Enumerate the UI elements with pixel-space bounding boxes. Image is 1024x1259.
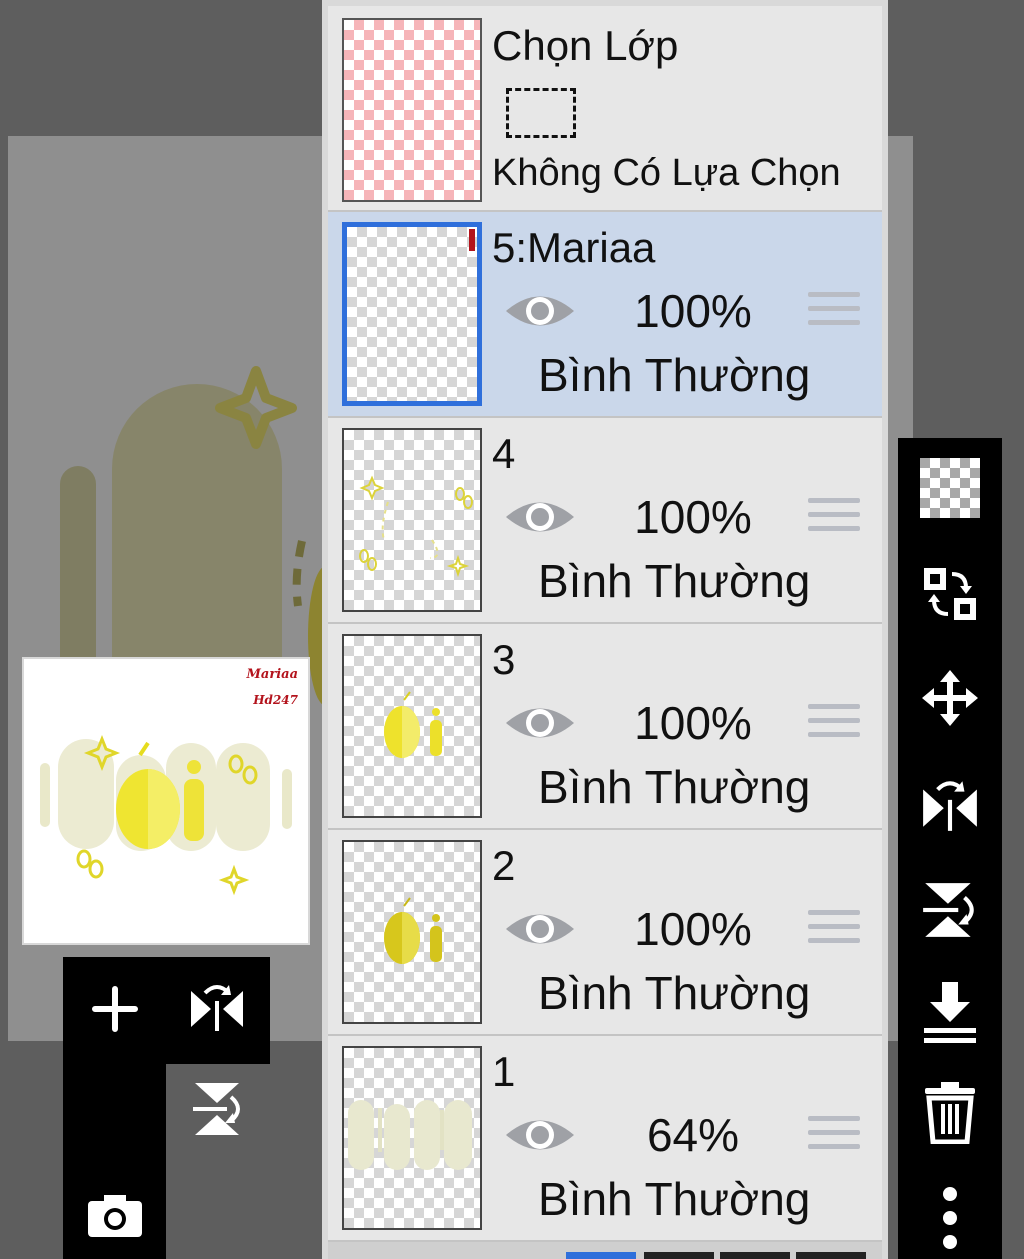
flip-horizontal-icon: [191, 985, 243, 1031]
layer-4-opacity[interactable]: 100%: [608, 490, 778, 544]
layer-row-5[interactable]: 5:Mariaa 100% Bình Thường: [328, 212, 882, 418]
layer-1-blend-mode[interactable]: Bình Thường: [538, 1172, 810, 1226]
more-options-button[interactable]: [912, 1178, 988, 1254]
layer-3-blend-mode[interactable]: Bình Thường: [538, 760, 810, 814]
layer-right-toolbar: [898, 438, 1002, 1259]
swap-layer-button[interactable]: [912, 556, 988, 632]
delete-layer-button[interactable]: [912, 1074, 988, 1150]
flip-layer-horizontal-button[interactable]: [185, 977, 249, 1041]
preview-signature-code: Hd247: [253, 693, 298, 707]
layer-2-visibility-eye-icon[interactable]: [504, 906, 576, 952]
flip-vertical-icon: [923, 883, 974, 937]
layer-4-thumbnail-art: [359, 475, 473, 578]
more-vertical-icon: [943, 1187, 957, 1249]
layer-5-thumbnail: [342, 222, 482, 406]
layer-2-opacity[interactable]: 100%: [608, 902, 778, 956]
flip-horizontal-icon: [923, 781, 977, 831]
layer-5-drag-handle-icon[interactable]: [808, 292, 860, 332]
layer-4-thumbnail: [342, 428, 482, 612]
layer-2-thumbnail-art: [384, 897, 442, 964]
layer-4-name: 4: [492, 430, 516, 477]
layer-row-3[interactable]: 3 100% Bình Thường: [328, 624, 882, 830]
selection-marquee-icon: [506, 88, 576, 138]
layer-2-name: 2: [492, 842, 516, 889]
layer-1-drag-handle-icon[interactable]: [808, 1116, 860, 1156]
layer-panel-footer: [328, 1242, 882, 1259]
footer-tab-active[interactable]: [566, 1252, 636, 1259]
merge-down-button[interactable]: [912, 974, 988, 1050]
flip-layer-vertical-button[interactable]: [185, 1077, 249, 1141]
selection-layer-row[interactable]: Chọn Lớp Không Có Lựa Chọn: [328, 6, 882, 212]
preview-signature-name: Mariaa: [246, 667, 298, 682]
canvas-preview[interactable]: Mariaa Hd247: [22, 657, 310, 945]
merge-down-icon: [924, 982, 976, 1043]
footer-tab[interactable]: [796, 1252, 866, 1259]
transparency-checker-icon: [920, 458, 980, 518]
swap-icon: [924, 568, 976, 620]
add-layer-button[interactable]: [83, 977, 147, 1041]
layer-1-visibility-eye-icon[interactable]: [504, 1112, 576, 1158]
transparent-layer-button[interactable]: [912, 450, 988, 526]
selection-layer-thumbnail: [342, 18, 482, 202]
import-photo-button[interactable]: [83, 1184, 147, 1248]
selection-status: Không Có Lựa Chọn: [492, 152, 841, 194]
layer-3-thumbnail-art: [384, 691, 442, 758]
camera-icon: [88, 1195, 142, 1237]
layer-row-1[interactable]: 1 64% Bình Thường: [328, 1036, 882, 1242]
layer-3-name: 3: [492, 636, 516, 683]
layer-2-thumbnail: [342, 840, 482, 1024]
selection-layer-title: Chọn Lớp: [492, 22, 679, 69]
layer-row-2[interactable]: 2 100% Bình Thường: [328, 830, 882, 1036]
layer-5-visibility-eye-icon[interactable]: [504, 288, 576, 334]
layer-1-thumbnail-art: [348, 1100, 472, 1170]
layer-action-toolbox: [63, 957, 270, 1135]
layer-3-thumbnail: [342, 634, 482, 818]
layer-4-blend-mode[interactable]: Bình Thường: [538, 554, 810, 608]
layer-1-opacity[interactable]: 64%: [608, 1108, 778, 1162]
layer-2-blend-mode[interactable]: Bình Thường: [538, 966, 810, 1020]
layer-5-thumbnail-mark: [469, 229, 475, 251]
flip-vertical-button[interactable]: [912, 872, 988, 948]
layer-3-opacity[interactable]: 100%: [608, 696, 778, 750]
layer-panel: Chọn Lớp Không Có Lựa Chọn 5:Mariaa 100%…: [322, 0, 888, 1259]
layer-5-opacity[interactable]: 100%: [608, 284, 778, 338]
move-arrows-icon: [922, 670, 978, 726]
layer-2-drag-handle-icon[interactable]: [808, 910, 860, 950]
layer-row-4[interactable]: 4 100% Bình Thường: [328, 418, 882, 624]
layer-4-drag-handle-icon[interactable]: [808, 498, 860, 538]
layer-4-visibility-eye-icon[interactable]: [504, 494, 576, 540]
footer-tab[interactable]: [720, 1252, 790, 1259]
layer-1-name: 1: [492, 1048, 516, 1095]
plus-icon: [92, 986, 138, 1032]
layer-1-thumbnail: [342, 1046, 482, 1230]
footer-tab[interactable]: [644, 1252, 714, 1259]
layer-3-visibility-eye-icon[interactable]: [504, 700, 576, 746]
flip-horizontal-button[interactable]: [912, 766, 988, 842]
layer-3-drag-handle-icon[interactable]: [808, 704, 860, 744]
flip-vertical-icon: [193, 1083, 240, 1135]
layer-5-blend-mode[interactable]: Bình Thường: [538, 348, 810, 402]
move-layer-button[interactable]: [912, 660, 988, 736]
trash-icon: [925, 1082, 975, 1144]
layer-5-name: 5:Mariaa: [492, 224, 656, 271]
layer-action-toolbox-lower: [63, 1064, 166, 1259]
